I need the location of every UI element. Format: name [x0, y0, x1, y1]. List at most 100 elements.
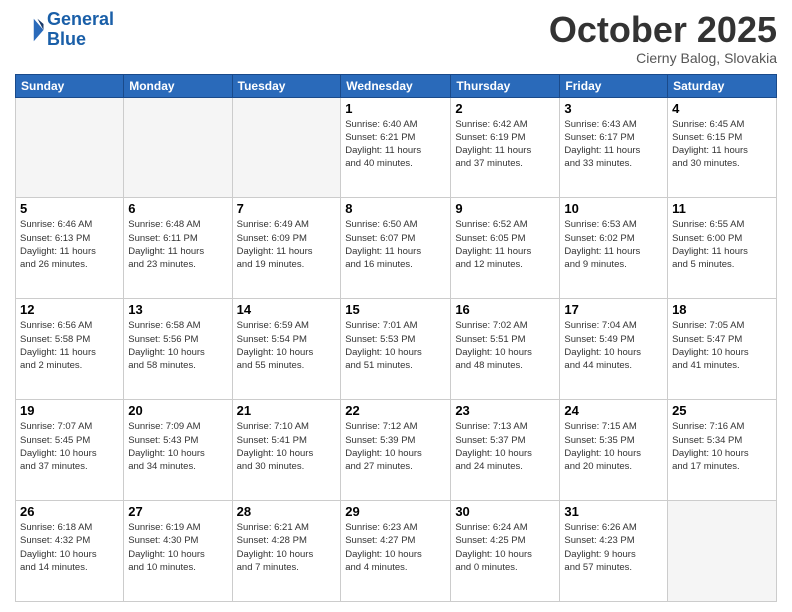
logo: General Blue [15, 10, 114, 50]
day-cell: 30 Sunrise: 6:24 AM Sunset: 4:25 PM Dayli… [451, 501, 560, 602]
day-number: 30 [455, 504, 555, 519]
day-info: Sunrise: 7:05 AM Sunset: 5:47 PM Dayligh… [672, 319, 772, 372]
day-info: Sunrise: 6:43 AM Sunset: 6:17 PM Dayligh… [564, 118, 663, 171]
day-info: Sunrise: 6:18 AM Sunset: 4:32 PM Dayligh… [20, 521, 119, 574]
day-cell: 21 Sunrise: 7:10 AM Sunset: 5:41 PM Dayli… [232, 400, 341, 501]
day-info: Sunrise: 6:48 AM Sunset: 6:11 PM Dayligh… [128, 218, 227, 271]
day-cell: 3 Sunrise: 6:43 AM Sunset: 6:17 PM Daylig… [560, 97, 668, 198]
day-cell: 5 Sunrise: 6:46 AM Sunset: 6:13 PM Daylig… [16, 198, 124, 299]
weekday-header-saturday: Saturday [668, 74, 777, 97]
day-number: 5 [20, 201, 119, 216]
week-row-1: 1Sunrise: 6:40 AM Sunset: 6:21 PM Daylig… [16, 97, 777, 198]
day-info: Sunrise: 6:40 AM Sunset: 6:21 PM Dayligh… [345, 118, 446, 171]
day-cell: 8 Sunrise: 6:50 AM Sunset: 6:07 PM Daylig… [341, 198, 451, 299]
day-cell: 10 Sunrise: 6:53 AM Sunset: 6:02 PM Dayli… [560, 198, 668, 299]
day-info: Sunrise: 6:52 AM Sunset: 6:05 PM Dayligh… [455, 218, 555, 271]
day-info: Sunrise: 6:55 AM Sunset: 6:00 PM Dayligh… [672, 218, 772, 271]
day-cell: 23Sunrise: 7:13 AM Sunset: 5:37 PM Dayli… [451, 400, 560, 501]
title-block: October 2025 Cierny Balog, Slovakia [549, 10, 777, 66]
day-number: 16 [455, 302, 555, 317]
day-cell: 26 Sunrise: 6:18 AM Sunset: 4:32 PM Dayli… [16, 501, 124, 602]
day-number: 3 [564, 101, 663, 116]
day-info: Sunrise: 6:49 AM Sunset: 6:09 PM Dayligh… [237, 218, 337, 271]
day-cell [124, 97, 232, 198]
day-number: 19 [20, 403, 119, 418]
day-number: 6 [128, 201, 227, 216]
day-cell: 20 Sunrise: 7:09 AM Sunset: 5:43 PM Dayli… [124, 400, 232, 501]
day-number: 7 [237, 201, 337, 216]
day-number: 9 [455, 201, 555, 216]
day-number: 21 [237, 403, 337, 418]
day-info: Sunrise: 7:09 AM Sunset: 5:43 PM Dayligh… [128, 420, 227, 473]
weekday-header-thursday: Thursday [451, 74, 560, 97]
day-info: Sunrise: 7:13 AM Sunset: 5:37 PM Dayligh… [455, 420, 555, 473]
day-number: 11 [672, 201, 772, 216]
day-number: 4 [672, 101, 772, 116]
day-info: Sunrise: 6:46 AM Sunset: 6:13 PM Dayligh… [20, 218, 119, 271]
day-info: Sunrise: 6:53 AM Sunset: 6:02 PM Dayligh… [564, 218, 663, 271]
day-cell: 2 Sunrise: 6:42 AM Sunset: 6:19 PM Daylig… [451, 97, 560, 198]
day-cell: 24 Sunrise: 7:15 AM Sunset: 5:35 PM Dayli… [560, 400, 668, 501]
day-number: 31 [564, 504, 663, 519]
day-info: Sunrise: 7:04 AM Sunset: 5:49 PM Dayligh… [564, 319, 663, 372]
day-number: 20 [128, 403, 227, 418]
day-cell: 9 Sunrise: 6:52 AM Sunset: 6:05 PM Daylig… [451, 198, 560, 299]
day-number: 2 [455, 101, 555, 116]
day-cell: 17 Sunrise: 7:04 AM Sunset: 5:49 PM Dayli… [560, 299, 668, 400]
day-number: 24 [564, 403, 663, 418]
weekday-header-sunday: Sunday [16, 74, 124, 97]
day-number: 25 [672, 403, 772, 418]
day-number: 28 [237, 504, 337, 519]
day-info: Sunrise: 7:15 AM Sunset: 5:35 PM Dayligh… [564, 420, 663, 473]
day-cell: 25 Sunrise: 7:16 AM Sunset: 5:34 PM Dayli… [668, 400, 777, 501]
logo-text: General Blue [47, 10, 114, 50]
day-cell: 31 Sunrise: 6:26 AM Sunset: 4:23 PM Dayli… [560, 501, 668, 602]
day-number: 15 [345, 302, 446, 317]
week-row-4: 19 Sunrise: 7:07 AM Sunset: 5:45 PM Dayli… [16, 400, 777, 501]
day-info: Sunrise: 7:12 AM Sunset: 5:39 PM Dayligh… [345, 420, 446, 473]
day-cell: 7 Sunrise: 6:49 AM Sunset: 6:09 PM Daylig… [232, 198, 341, 299]
day-info: Sunrise: 6:24 AM Sunset: 4:25 PM Dayligh… [455, 521, 555, 574]
day-cell: 1Sunrise: 6:40 AM Sunset: 6:21 PM Daylig… [341, 97, 451, 198]
month-title: October 2025 [549, 10, 777, 50]
day-cell: 22 Sunrise: 7:12 AM Sunset: 5:39 PM Dayli… [341, 400, 451, 501]
day-info: Sunrise: 7:16 AM Sunset: 5:34 PM Dayligh… [672, 420, 772, 473]
day-cell: 16Sunrise: 7:02 AM Sunset: 5:51 PM Dayli… [451, 299, 560, 400]
day-info: Sunrise: 6:56 AM Sunset: 5:58 PM Dayligh… [20, 319, 119, 372]
day-number: 18 [672, 302, 772, 317]
day-info: Sunrise: 6:58 AM Sunset: 5:56 PM Dayligh… [128, 319, 227, 372]
day-cell: 4Sunrise: 6:45 AM Sunset: 6:15 PM Daylig… [668, 97, 777, 198]
day-number: 10 [564, 201, 663, 216]
day-info: Sunrise: 6:26 AM Sunset: 4:23 PM Dayligh… [564, 521, 663, 574]
day-info: Sunrise: 6:23 AM Sunset: 4:27 PM Dayligh… [345, 521, 446, 574]
day-cell: 12 Sunrise: 6:56 AM Sunset: 5:58 PM Dayli… [16, 299, 124, 400]
day-cell: 13Sunrise: 6:58 AM Sunset: 5:56 PM Dayli… [124, 299, 232, 400]
day-info: Sunrise: 7:01 AM Sunset: 5:53 PM Dayligh… [345, 319, 446, 372]
day-number: 14 [237, 302, 337, 317]
day-number: 22 [345, 403, 446, 418]
day-number: 27 [128, 504, 227, 519]
day-info: Sunrise: 6:50 AM Sunset: 6:07 PM Dayligh… [345, 218, 446, 271]
day-info: Sunrise: 6:19 AM Sunset: 4:30 PM Dayligh… [128, 521, 227, 574]
weekday-header-row: SundayMondayTuesdayWednesdayThursdayFrid… [16, 74, 777, 97]
day-cell: 28 Sunrise: 6:21 AM Sunset: 4:28 PM Dayli… [232, 501, 341, 602]
day-cell: 6 Sunrise: 6:48 AM Sunset: 6:11 PM Daylig… [124, 198, 232, 299]
day-cell: 11 Sunrise: 6:55 AM Sunset: 6:00 PM Dayli… [668, 198, 777, 299]
day-cell: 15 Sunrise: 7:01 AM Sunset: 5:53 PM Dayli… [341, 299, 451, 400]
day-cell: 27 Sunrise: 6:19 AM Sunset: 4:30 PM Dayli… [124, 501, 232, 602]
logo-icon [15, 15, 45, 45]
weekday-header-wednesday: Wednesday [341, 74, 451, 97]
day-info: Sunrise: 6:59 AM Sunset: 5:54 PM Dayligh… [237, 319, 337, 372]
day-number: 12 [20, 302, 119, 317]
day-cell: 18 Sunrise: 7:05 AM Sunset: 5:47 PM Dayli… [668, 299, 777, 400]
day-number: 17 [564, 302, 663, 317]
day-info: Sunrise: 6:21 AM Sunset: 4:28 PM Dayligh… [237, 521, 337, 574]
day-info: Sunrise: 6:42 AM Sunset: 6:19 PM Dayligh… [455, 118, 555, 171]
day-info: Sunrise: 7:10 AM Sunset: 5:41 PM Dayligh… [237, 420, 337, 473]
day-number: 8 [345, 201, 446, 216]
day-number: 26 [20, 504, 119, 519]
week-row-2: 5 Sunrise: 6:46 AM Sunset: 6:13 PM Daylig… [16, 198, 777, 299]
day-cell [232, 97, 341, 198]
day-info: Sunrise: 7:07 AM Sunset: 5:45 PM Dayligh… [20, 420, 119, 473]
weekday-header-friday: Friday [560, 74, 668, 97]
